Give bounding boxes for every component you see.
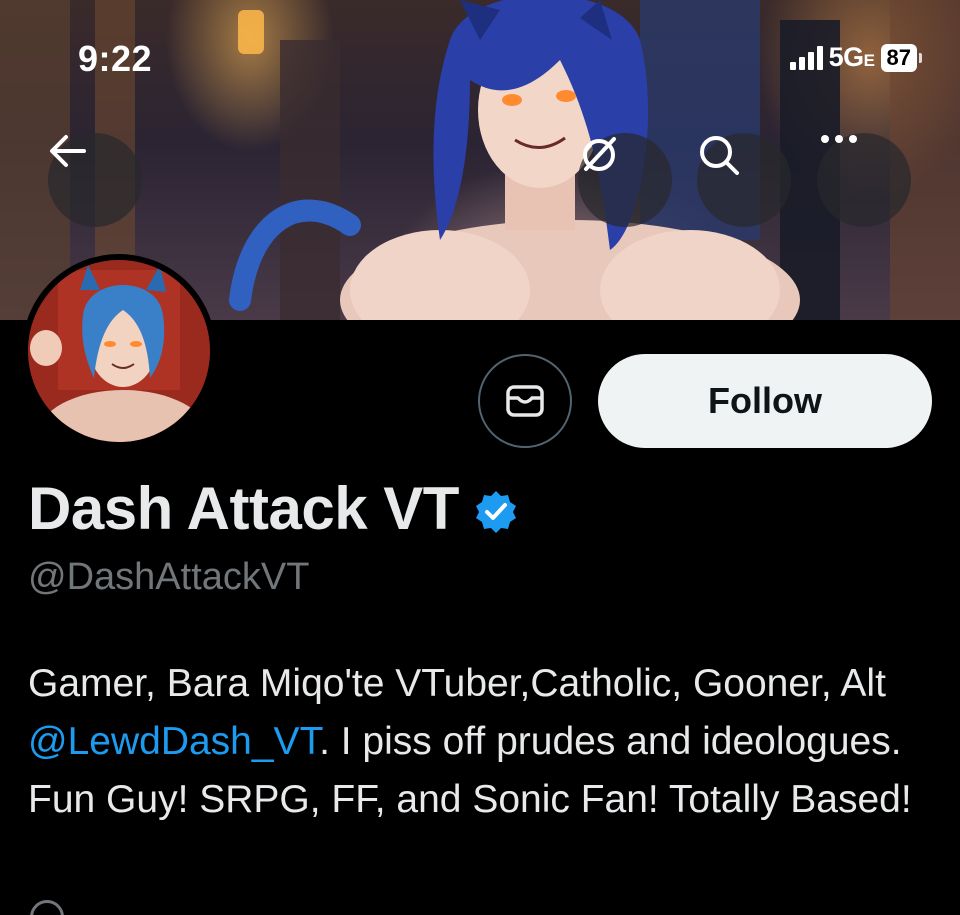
signal-icon	[789, 45, 823, 70]
status-time: 9:22	[78, 38, 153, 79]
battery-level: 87	[880, 43, 917, 72]
follow-button[interactable]: Follow	[598, 354, 932, 448]
network-suffix: E	[863, 51, 875, 70]
status-indicators: 5GE 87	[789, 42, 922, 73]
profile-bio: Gamer, Bara Miqo'te VTuber,Catholic, Goo…	[28, 655, 938, 829]
message-button[interactable]	[478, 354, 572, 448]
network-label: 5G	[828, 42, 865, 72]
avatar[interactable]	[22, 254, 216, 448]
display-name-text: Dash Attack VT	[28, 475, 459, 542]
more-icon	[821, 135, 857, 143]
search-button[interactable]	[697, 133, 791, 227]
envelope-icon	[506, 385, 544, 417]
back-button[interactable]	[48, 133, 142, 227]
user-handle: @DashAttackVT	[28, 556, 310, 598]
network-indicator: 5GE	[829, 42, 875, 73]
more-button[interactable]	[817, 133, 911, 227]
arrow-left-icon	[50, 135, 86, 167]
bio-mention-link[interactable]: @LewdDash_VT	[28, 720, 319, 763]
battery-icon: 87	[880, 43, 922, 72]
grok-button[interactable]	[578, 133, 672, 227]
location-icon	[30, 900, 64, 915]
display-name: Dash Attack VT	[28, 474, 519, 543]
bio-text-start: Gamer, Bara Miqo'te VTuber,Catholic, Goo…	[28, 662, 886, 705]
grok-icon	[583, 137, 616, 171]
search-icon	[700, 136, 739, 175]
avatar-artwork	[28, 260, 210, 442]
verified-badge-icon[interactable]	[473, 489, 519, 535]
